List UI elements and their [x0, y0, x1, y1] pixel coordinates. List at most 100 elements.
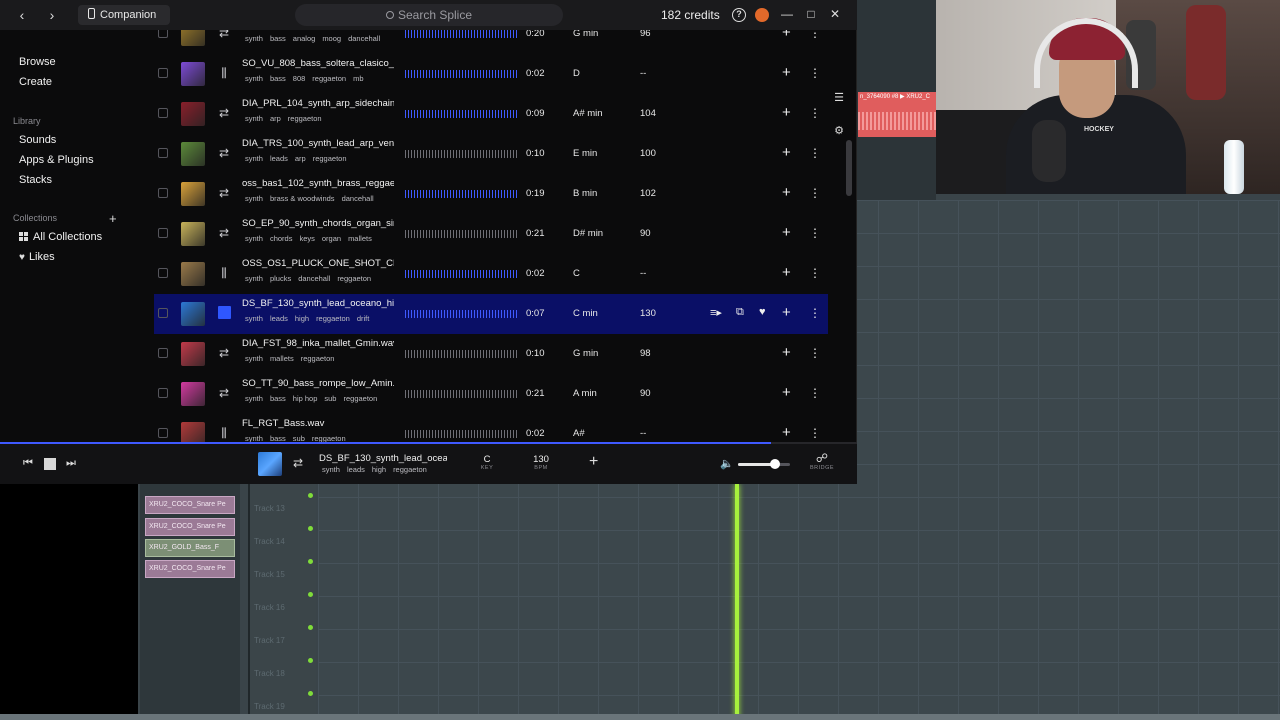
close-icon[interactable]: ✕ [827, 7, 843, 21]
tag[interactable]: synth [245, 394, 263, 403]
more-options-icon[interactable]: ⋮ [809, 344, 821, 362]
tag[interactable]: synth [245, 34, 263, 43]
tag[interactable]: arp [295, 154, 306, 163]
tag[interactable]: hip hop [293, 394, 318, 403]
bridge-button[interactable]: ☍ BRIDGE [810, 451, 834, 471]
tag[interactable]: synth [245, 434, 263, 442]
track-label[interactable]: Track 15 [254, 570, 285, 579]
daw-playhead[interactable] [735, 484, 739, 720]
avatar[interactable] [755, 8, 769, 22]
stop-icon[interactable] [218, 306, 231, 319]
sidebar-item-apps-plugins[interactable]: Apps & Plugins [19, 154, 94, 166]
sample-name[interactable]: DIA_PRL_104_synth_arp_sidechain.wav [242, 98, 394, 109]
minimize-icon[interactable]: — [779, 7, 795, 21]
waveform[interactable] [405, 304, 517, 324]
sidebar-item-create[interactable]: Create [19, 76, 52, 88]
track-label[interactable]: Track 19 [254, 702, 285, 711]
daw-channel[interactable]: XRU2_COCO_Snare Pe [145, 560, 235, 578]
tag[interactable]: bass [270, 434, 286, 442]
sample-name[interactable]: OSS_OS1_PLUCK_ONE_SHOT_CLOCK.wav [242, 258, 394, 269]
sample-name[interactable]: oss_bas1_102_synth_brass_reggaeton.wav [242, 178, 394, 189]
tag[interactable]: reggaeton [312, 74, 346, 83]
sidebar-item-browse[interactable]: Browse [19, 56, 56, 68]
tag[interactable]: chords [270, 234, 293, 243]
tag[interactable]: reggaeton [337, 274, 371, 283]
sample-row[interactable]: ⇄ DIA_FST_98_inka_mallet_Gmin.wav synth mal… [154, 334, 828, 374]
forward-arrow-icon[interactable]: › [43, 6, 61, 24]
add-icon[interactable]: + [782, 264, 791, 282]
add-to-queue-icon[interactable]: ≡▸ [710, 306, 722, 319]
tag[interactable]: reggaeton [393, 465, 427, 474]
add-icon[interactable]: + [782, 104, 791, 122]
row-checkbox[interactable] [158, 228, 168, 238]
tag[interactable]: synth [245, 234, 263, 243]
row-checkbox[interactable] [158, 188, 168, 198]
tag[interactable]: leads [270, 154, 288, 163]
tag[interactable]: leads [347, 465, 365, 474]
sample-row[interactable]: DS_BF_130_synth_lead_oceano_high.wavsynt… [154, 294, 828, 334]
row-checkbox[interactable] [158, 68, 168, 78]
waveform[interactable] [405, 144, 517, 164]
tag[interactable]: drift [357, 314, 370, 323]
row-checkbox[interactable] [158, 268, 168, 278]
sample-name[interactable]: FL_RGT_Bass.wav [242, 418, 394, 429]
credits-count[interactable]: 182 credits [661, 8, 720, 22]
waveform[interactable] [405, 264, 517, 284]
tag[interactable]: dancehall [298, 274, 330, 283]
tag[interactable]: synth [245, 154, 263, 163]
more-options-icon[interactable]: ⋮ [809, 224, 821, 242]
add-icon[interactable]: + [782, 304, 791, 322]
tag[interactable]: analog [293, 34, 316, 43]
companion-button[interactable]: Companion [78, 5, 170, 25]
tag[interactable]: dancehall [348, 34, 380, 43]
tag[interactable]: bass [270, 74, 286, 83]
settings-icon[interactable]: ⚙ [829, 121, 849, 141]
sample-name[interactable]: DIA_TRS_100_synth_lead_arp_venus.wav [242, 138, 394, 149]
track-label[interactable]: Track 17 [254, 636, 285, 645]
help-icon[interactable]: ? [732, 8, 746, 22]
tag[interactable]: brass & woodwinds [270, 194, 335, 203]
tag[interactable]: mallets [270, 354, 294, 363]
sample-name[interactable]: DS_BF_130_synth_lead_oceano_high.wav [242, 298, 394, 309]
tag[interactable]: arp [270, 114, 281, 123]
back-arrow-icon[interactable]: ‹ [13, 6, 31, 24]
more-options-icon[interactable]: ⋮ [809, 64, 821, 82]
previous-icon[interactable]: ⏮ [23, 457, 33, 470]
daw-audio-clip[interactable]: n_3764090 #8 ▶ XRU2_C [858, 92, 936, 137]
tag[interactable]: synth [245, 74, 263, 83]
daw-channel[interactable]: XRU2_COCO_Snare Pe [145, 496, 235, 514]
tag[interactable]: synth [322, 465, 340, 474]
track-label[interactable]: Track 13 [254, 504, 285, 513]
waveform[interactable] [405, 30, 517, 44]
track-label[interactable]: Track 16 [254, 603, 285, 612]
waveform[interactable] [405, 384, 517, 404]
sample-row[interactable]: ⫼ SO_VU_808_bass_soltera_clasico_D.wavsyn… [154, 54, 828, 94]
add-icon[interactable]: + [782, 64, 791, 82]
tag[interactable]: bass [270, 34, 286, 43]
row-checkbox[interactable] [158, 348, 168, 358]
player-sample-name[interactable]: DS_BF_130_synth_lead_oceano_high.wav [319, 453, 447, 464]
sample-row[interactable]: ⇄ SO_TT_90_bass_rompe_low_Amin.wavsynthba… [154, 374, 828, 414]
add-icon[interactable]: + [782, 144, 791, 162]
track-label[interactable]: Track 14 [254, 537, 285, 546]
sample-row[interactable]: ⇄SO_R2_FM_124_synth_analog_moog.wavsynth… [154, 30, 828, 54]
sample-row[interactable]: ⇄ oss_bas1_102_synth_brass_reggaeton.wavs… [154, 174, 828, 214]
more-options-icon[interactable]: ⋮ [809, 30, 821, 42]
add-collection-icon[interactable]: + [109, 211, 117, 226]
add-icon[interactable]: + [589, 453, 598, 471]
track-label[interactable]: Track 18 [254, 669, 285, 678]
sample-name[interactable]: SO_EP_90_synth_chords_organ_simple.wav [242, 218, 394, 229]
tag[interactable]: high [372, 465, 386, 474]
more-options-icon[interactable]: ⋮ [809, 384, 821, 402]
waveform[interactable] [405, 344, 517, 364]
add-icon[interactable]: + [782, 384, 791, 402]
sample-row[interactable]: ⫼ FL_RGT_Bass.wav synth bass sub reggaeton 0:0… [154, 414, 828, 442]
tag[interactable]: high [295, 314, 309, 323]
add-icon[interactable]: + [782, 424, 791, 442]
row-checkbox[interactable] [158, 308, 168, 318]
tag[interactable]: bass [270, 394, 286, 403]
tag[interactable]: dancehall [342, 194, 374, 203]
maximize-icon[interactable]: □ [803, 7, 819, 21]
tag[interactable]: moog [322, 34, 341, 43]
tag[interactable]: mallets [348, 234, 372, 243]
